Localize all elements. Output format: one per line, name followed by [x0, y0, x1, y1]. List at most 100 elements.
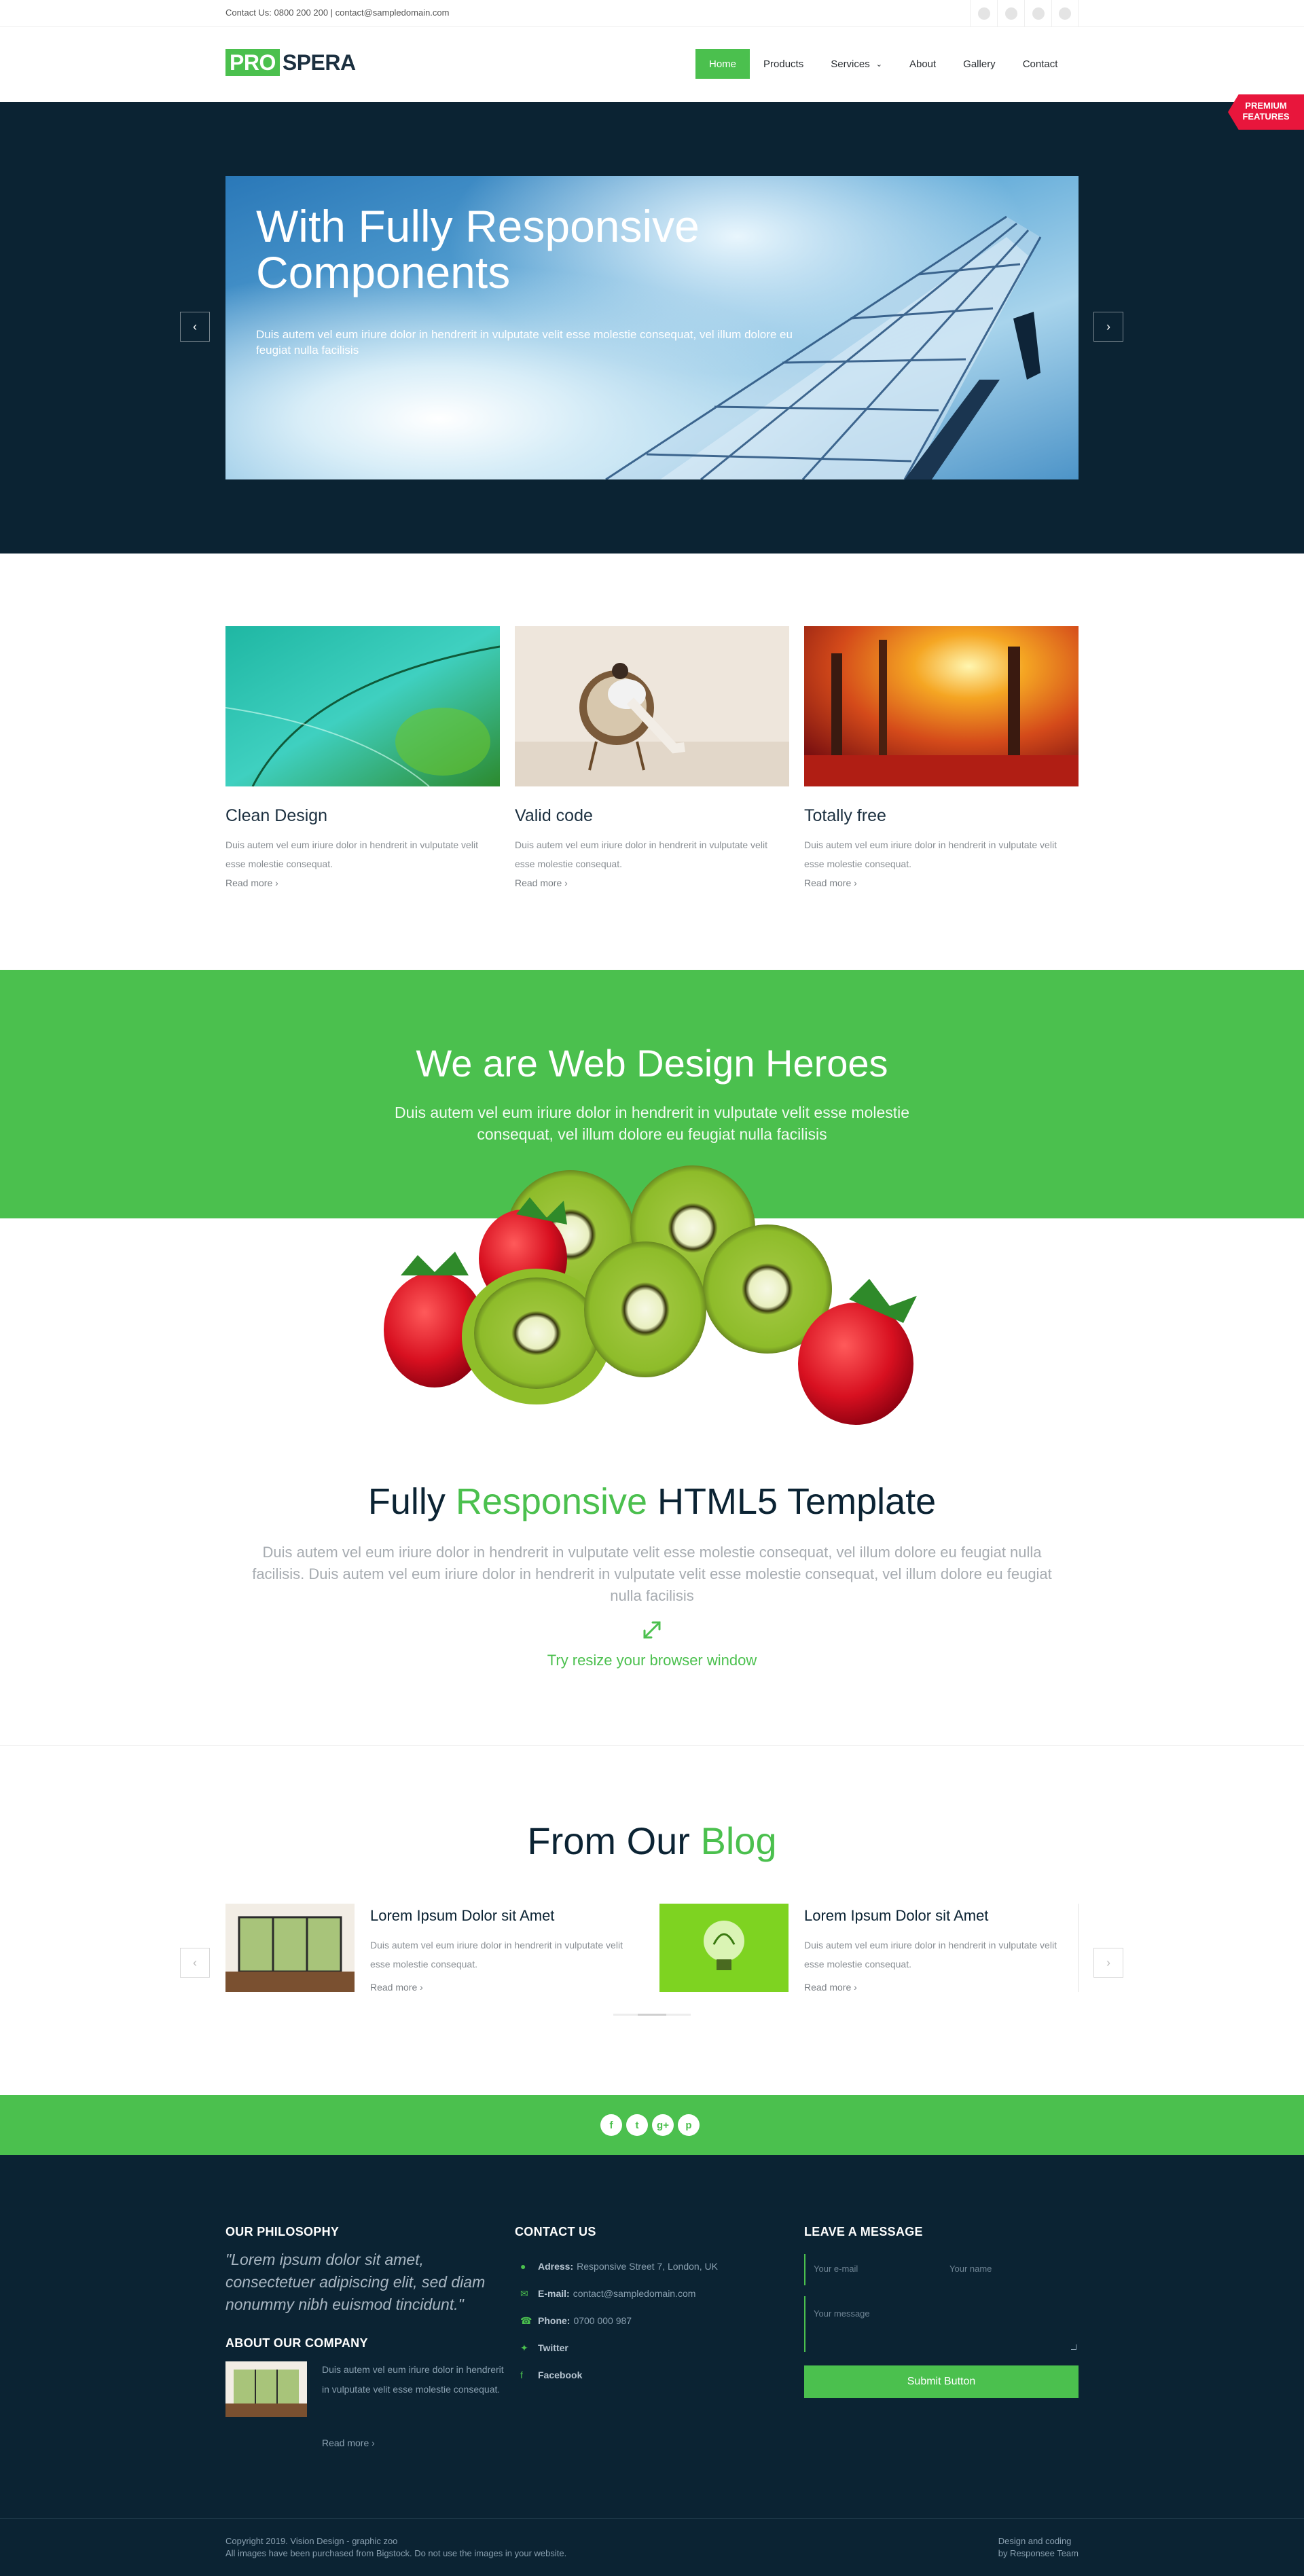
email-field[interactable]: Your e-mail — [804, 2254, 941, 2285]
read-more-link[interactable]: Read more › — [322, 2437, 375, 2448]
hero-title-line2: Components — [256, 247, 511, 297]
address-label: Adress: — [538, 2261, 574, 2272]
chevron-right-icon: › — [275, 877, 278, 888]
credits: Design and coding by Responsee Team — [998, 2535, 1079, 2560]
main-nav: Home Products Services ⌄ About Gallery Co… — [695, 49, 1071, 79]
about-text: Duis autem vel eum iriure dolor in hendr… — [322, 2364, 504, 2395]
chevron-right-icon: › — [854, 1982, 857, 1993]
feature-card: Valid code Duis autem vel eum iriure dol… — [515, 626, 789, 888]
social-link-4[interactable] — [1051, 0, 1079, 27]
read-more-link[interactable]: Read more › — [225, 877, 500, 888]
heroes-text: Duis autem vel eum iriure dolor in hendr… — [394, 1104, 910, 1143]
responsive-title-a: Fully — [367, 1481, 456, 1522]
blog-post-text: Duis autem vel eum iriure dolor in hendr… — [804, 1940, 1057, 1970]
responsive-title-b: Responsive — [455, 1481, 647, 1522]
top-contact-info: Contact Us: 0800 200 200 | contact@sampl… — [225, 7, 450, 18]
pinterest-icon[interactable]: p — [678, 2114, 700, 2136]
message-form-row: Your e-mail Your name — [804, 2254, 1085, 2285]
contact-twitter[interactable]: ✦ Twitter — [515, 2334, 718, 2361]
blog-post-title[interactable]: Lorem Ipsum Dolor sit Amet — [370, 1907, 554, 1925]
read-more-link[interactable]: Read more › — [804, 877, 1079, 888]
nav-products[interactable]: Products — [750, 49, 817, 79]
hero-prev-button[interactable]: ‹ — [180, 312, 210, 342]
chevron-right-icon: › — [420, 1982, 423, 1993]
premium-features-ribbon[interactable]: PREMIUM FEATURES — [1228, 94, 1304, 130]
blog-prev-button[interactable]: ‹ — [180, 1948, 210, 1978]
ribbon-line2: FEATURES — [1242, 111, 1290, 122]
blog-title: From Our Blog — [0, 1819, 1304, 1863]
blog-next-button[interactable]: › — [1093, 1948, 1123, 1978]
responsive-title: Fully Responsive HTML5 Template — [0, 1481, 1304, 1523]
feature-title: Clean Design — [225, 806, 328, 825]
woman-chair-image — [515, 626, 789, 786]
hero-next-button[interactable]: › — [1093, 312, 1123, 342]
submit-button[interactable]: Submit Button — [804, 2365, 1079, 2398]
twitter-link[interactable]: Twitter — [538, 2342, 568, 2353]
chevron-left-icon: ‹ — [193, 319, 197, 333]
twitter-icon: ✦ — [520, 2342, 528, 2353]
hero-section: With Fully Responsive Components Duis aut… — [0, 102, 1304, 554]
phone-value: 0700 000 987 — [573, 2315, 632, 2326]
contact-list: ● Adress: Responsive Street 7, London, UK … — [515, 2253, 718, 2389]
blog-post-title[interactable]: Lorem Ipsum Dolor sit Amet — [804, 1907, 988, 1925]
chevron-right-icon: › — [1106, 1955, 1110, 1970]
credits-line1: Design and coding — [998, 2536, 1072, 2546]
nav-services-label: Services — [831, 58, 870, 70]
footer-about-title: ABOUT OUR COMPANY — [225, 2336, 368, 2350]
read-more-label: Read more — [370, 1982, 418, 1993]
feature-text: Duis autem vel eum iriure dolor in hendr… — [804, 839, 1057, 869]
copyright: Copyright 2019. Vision Design - graphic … — [225, 2535, 566, 2560]
message-textarea[interactable]: Your message — [804, 2296, 1079, 2352]
twitter-icon[interactable]: t — [626, 2114, 648, 2136]
feature-text: Duis autem vel eum iriure dolor in hendr… — [225, 839, 478, 869]
nav-home[interactable]: Home — [695, 49, 750, 79]
phone-icon: ☎ — [520, 2315, 532, 2326]
footer-philosophy-title: OUR PHILOSOPHY — [225, 2225, 340, 2238]
read-more-link[interactable]: Read more › — [804, 1982, 857, 1993]
chevron-right-icon: › — [372, 2437, 375, 2448]
read-more-label: Read more — [804, 1982, 852, 1993]
hero-slide: With Fully Responsive Components Duis aut… — [225, 176, 1079, 479]
email-label: E-mail: — [538, 2288, 570, 2299]
credits-line2[interactable]: by Responsee Team — [998, 2547, 1079, 2560]
address-value: Responsive Street 7, London, UK — [577, 2261, 718, 2272]
feature-text: Duis autem vel eum iriure dolor in hendr… — [515, 839, 767, 869]
copyright-line2: All images have been purchased from Bigs… — [225, 2548, 567, 2558]
blog-post: Lorem Ipsum Dolor sit Amet Duis autem ve… — [659, 1904, 1081, 1993]
footer-contact-column: CONTACT US ● Adress: Responsive Street 7, … — [515, 2225, 718, 2389]
social-circle-icon — [1032, 7, 1045, 20]
read-more-label: Read more — [804, 877, 852, 888]
leaf-image — [225, 626, 501, 787]
contact-address: ● Adress: Responsive Street 7, London, UK — [515, 2253, 718, 2280]
social-strip: f t g+ p — [0, 2095, 1304, 2155]
blog-pagination[interactable] — [613, 2014, 691, 2016]
nav-gallery[interactable]: Gallery — [949, 49, 1009, 79]
nav-about[interactable]: About — [896, 49, 949, 79]
social-link-2[interactable] — [997, 0, 1024, 27]
hero-title-line1: With Fully Responsive — [256, 201, 700, 251]
email-value[interactable]: contact@sampledomain.com — [573, 2288, 696, 2299]
social-link-3[interactable] — [1024, 0, 1051, 27]
read-more-link[interactable]: Read more › — [515, 877, 789, 888]
name-field[interactable]: Your name — [948, 2254, 1085, 2285]
site-footer: OUR PHILOSOPHY "Lorem ipsum dolor sit am… — [0, 2155, 1304, 2576]
phone-label: Phone: — [538, 2315, 570, 2326]
facebook-link[interactable]: Facebook — [538, 2370, 582, 2380]
social-circle-icon — [1059, 7, 1071, 20]
social-link-1[interactable] — [970, 0, 997, 27]
read-more-label: Read more — [322, 2437, 369, 2448]
footer-contact-title: CONTACT US — [515, 2225, 596, 2238]
interior-room-image — [225, 2361, 307, 2417]
nav-contact[interactable]: Contact — [1009, 49, 1072, 79]
facebook-icon[interactable]: f — [600, 2114, 622, 2136]
site-header: PRO SPERA Home Products Services ⌄ About … — [0, 27, 1304, 102]
google-plus-icon[interactable]: g+ — [652, 2114, 674, 2136]
read-more-link[interactable]: Read more › — [370, 1982, 423, 1993]
nav-services[interactable]: Services ⌄ — [817, 49, 896, 79]
responsive-title-c: HTML5 Template — [647, 1481, 937, 1522]
site-logo[interactable]: PRO SPERA — [225, 49, 356, 76]
section-divider — [0, 1745, 1304, 1746]
contact-facebook[interactable]: f Facebook — [515, 2361, 718, 2389]
chevron-down-icon: ⌄ — [875, 60, 882, 69]
map-marker-icon: ● — [520, 2261, 526, 2272]
